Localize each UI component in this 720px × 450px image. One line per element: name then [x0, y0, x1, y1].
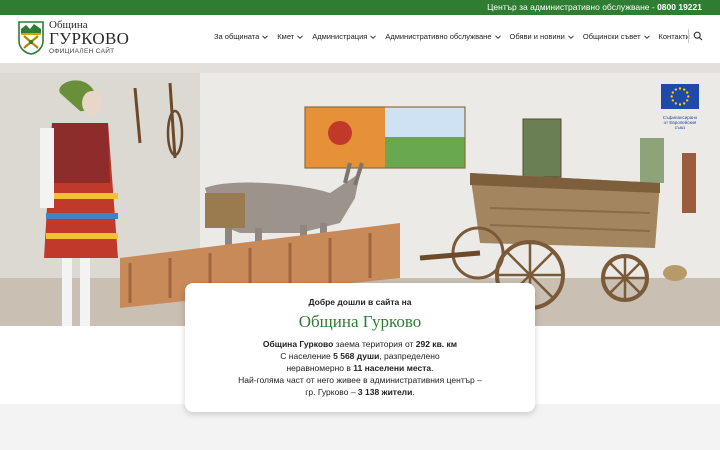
logo-line2: ГУРКОВО	[49, 29, 130, 48]
desc-line-2: С население 5 568 души, разпределено	[280, 351, 440, 361]
welcome-heading: Добре дошли в сайта на	[308, 297, 412, 307]
nav-item-admin-services[interactable]: Административно обслужване	[385, 32, 501, 41]
service-center-info[interactable]: Център за административно обслужване - 0…	[487, 2, 702, 12]
search-icon[interactable]	[693, 31, 703, 41]
chevron-down-icon	[568, 34, 574, 39]
municipality-title: Община Гурково	[298, 312, 422, 331]
logo-tagline: ОФИЦИАЛЕН САЙТ	[49, 48, 115, 55]
eu-badge-text: Съфинансирано от Европейския съюз	[662, 115, 698, 130]
nav-item-contacts[interactable]: Контакти	[659, 32, 690, 41]
eu-cofunded-badge[interactable]: Съфинансирано от Европейския съюз	[661, 84, 699, 130]
chevron-down-icon	[643, 34, 650, 39]
top-info-bar: Център за административно обслужване - 0…	[0, 0, 720, 15]
nav-item-council[interactable]: Общински съвет	[583, 32, 651, 41]
chevron-down-icon	[494, 34, 501, 39]
municipality-crest-icon[interactable]	[18, 21, 44, 55]
main-nav: За общината Кмет Администрация Администр…	[214, 32, 690, 41]
nav-item-about[interactable]: За общината	[214, 32, 269, 41]
welcome-description: Община Гурково заема територия от 292 кв…	[205, 338, 515, 398]
desc-line-4: Най-голяма част от него живее в админист…	[238, 375, 482, 385]
site-logo[interactable]: Община ГУРКОВО ОФИЦИАЛЕН САЙТ	[49, 20, 129, 57]
site-header: Община ГУРКОВО ОФИЦИАЛЕН САЙТ За общинат…	[0, 15, 720, 64]
chevron-down-icon	[297, 34, 304, 39]
welcome-card: Добре дошли в сайта на Община Гурково Об…	[185, 283, 535, 412]
nav-item-news[interactable]: Обяви и новини	[510, 32, 575, 41]
desc-line-3: неравномерно в 11 населени места.	[286, 363, 434, 373]
nav-divider	[688, 29, 689, 43]
nav-item-mayor[interactable]: Кмет	[277, 32, 304, 41]
nav-item-administration[interactable]: Администрация	[312, 32, 377, 41]
eu-flag-icon	[661, 84, 699, 109]
phone-number[interactable]: 0800 19221	[657, 2, 702, 12]
desc-line-1: Община Гурково заема територия от 292 кв…	[262, 339, 458, 349]
chevron-down-icon	[262, 34, 269, 39]
chevron-down-icon	[370, 34, 377, 39]
desc-line-5: гр. Гурково – 3 138 жители.	[305, 387, 415, 397]
